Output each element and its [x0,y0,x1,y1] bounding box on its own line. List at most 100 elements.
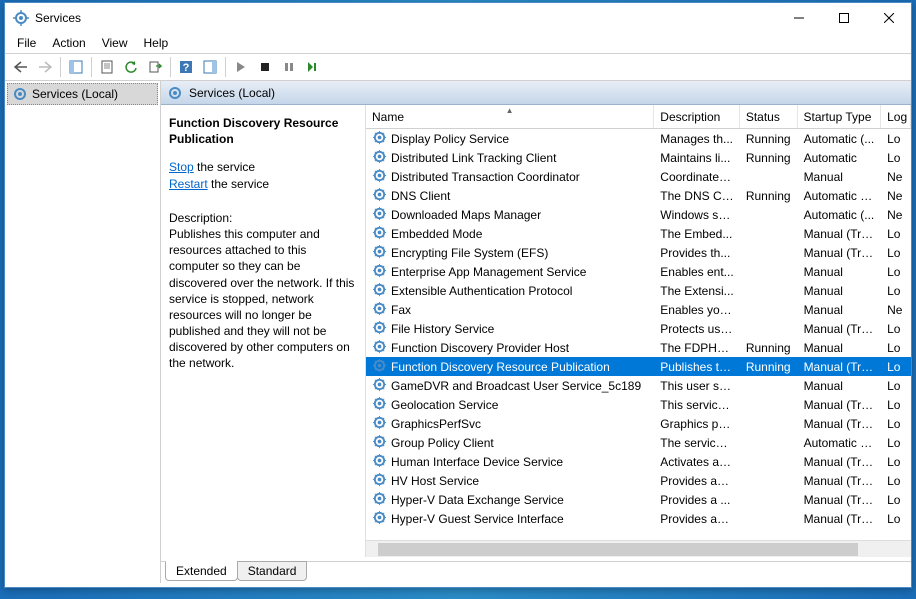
service-row[interactable]: FaxEnables you...ManualNe [366,300,911,319]
service-row[interactable]: GameDVR and Broadcast User Service_5c189… [366,376,911,395]
service-startup-cell: Manual [798,379,882,393]
tab-standard[interactable]: Standard [237,561,308,581]
right-pane-title: Services (Local) [189,86,275,100]
restart-link[interactable]: Restart [169,177,208,191]
service-name-cell: File History Service [391,322,494,336]
statusbar [5,583,911,587]
service-row[interactable]: Encrypting File System (EFS)Provides th.… [366,243,911,262]
service-desc-cell: Publishes th... [654,360,740,374]
start-service-button[interactable] [230,56,252,78]
service-desc-cell: Protects use... [654,322,740,336]
service-row[interactable]: Hyper-V Guest Service InterfaceProvides … [366,509,911,528]
maximize-button[interactable] [821,4,866,33]
menu-view[interactable]: View [94,34,136,52]
service-name-cell: Function Discovery Provider Host [391,341,569,355]
service-status-cell: Running [740,189,798,203]
column-header-status[interactable]: Status [740,105,798,128]
service-row[interactable]: Embedded ModeThe Embed...Manual (Trig...… [366,224,911,243]
properties-button[interactable] [96,56,118,78]
close-button[interactable] [866,4,911,33]
menu-action[interactable]: Action [44,34,93,52]
back-button[interactable] [10,56,32,78]
service-row[interactable]: Geolocation ServiceThis service ...Manua… [366,395,911,414]
scrollbar-thumb[interactable] [378,543,858,556]
service-row[interactable]: Enterprise App Management ServiceEnables… [366,262,911,281]
service-row[interactable]: Human Interface Device ServiceActivates … [366,452,911,471]
gear-icon [372,472,387,490]
detail-pane: Function Discovery Resource Publication … [161,105,366,557]
service-row[interactable]: Downloaded Maps ManagerWindows se...Auto… [366,205,911,224]
help-button[interactable]: ? [175,56,197,78]
service-startup-cell: Manual [798,341,882,355]
service-row[interactable]: Group Policy ClientThe service i...Autom… [366,433,911,452]
service-startup-cell: Manual (Trig... [798,322,882,336]
service-startup-cell: Automatic [798,151,882,165]
description-label: Description: [169,210,357,226]
service-name-cell: DNS Client [391,189,450,203]
show-hide-tree-button[interactable] [65,56,87,78]
service-startup-cell: Manual (Trig... [798,398,882,412]
service-row[interactable]: GraphicsPerfSvcGraphics pe...Manual (Tri… [366,414,911,433]
titlebar: Services [5,3,911,33]
refresh-button[interactable] [120,56,142,78]
gear-icon [372,510,387,528]
service-row[interactable]: Function Discovery Resource PublicationP… [366,357,911,376]
service-logon-cell: Lo [881,379,911,393]
gear-icon [372,358,387,376]
tab-extended[interactable]: Extended [165,561,238,581]
service-list[interactable]: Display Policy ServiceManages th...Runni… [366,129,911,540]
service-row[interactable]: Extensible Authentication ProtocolThe Ex… [366,281,911,300]
column-header-startup-type[interactable]: Startup Type [798,105,882,128]
window-controls [776,4,911,33]
service-row[interactable]: Distributed Transaction CoordinatorCoord… [366,167,911,186]
service-logon-cell: Ne [881,208,911,222]
restart-service-button[interactable] [302,56,324,78]
tree-item-services-local[interactable]: Services (Local) [7,83,158,105]
column-header-name[interactable]: Name ▲ [366,105,654,128]
service-desc-cell: Manages th... [654,132,740,146]
menu-help[interactable]: Help [136,34,177,52]
service-name-cell: Distributed Link Tracking Client [391,151,556,165]
gear-icon [372,149,387,167]
column-header-logon[interactable]: Log On As [881,105,911,128]
forward-button[interactable] [34,56,56,78]
service-row[interactable]: Hyper-V Data Exchange ServiceProvides a … [366,490,911,509]
gear-icon [372,168,387,186]
service-startup-cell: Automatic (... [798,208,882,222]
service-startup-cell: Manual (Trig... [798,474,882,488]
column-header-description[interactable]: Description [654,105,740,128]
service-row[interactable]: HV Host ServiceProvides an ...Manual (Tr… [366,471,911,490]
service-row[interactable]: Display Policy ServiceManages th...Runni… [366,129,911,148]
right-pane: Services (Local) Function Discovery Reso… [161,81,911,583]
gear-icon [372,263,387,281]
gear-icon [372,282,387,300]
service-logon-cell: Lo [881,512,911,526]
gear-icon [372,244,387,262]
tree-item-label: Services (Local) [32,87,118,101]
menu-file[interactable]: File [9,34,44,52]
gear-icon [372,225,387,243]
service-row[interactable]: File History Service Protects use... Manua… [366,319,911,338]
action-pane-button[interactable] [199,56,221,78]
gear-icon [372,187,387,205]
service-startup-cell: Manual [798,265,882,279]
service-row[interactable]: DNS ClientThe DNS Cli...RunningAutomatic… [366,186,911,205]
stop-link[interactable]: Stop [169,160,194,174]
stop-service-button[interactable] [254,56,276,78]
service-logon-cell: Lo [881,132,911,146]
service-startup-cell: Manual [798,303,882,317]
service-startup-cell: Manual (Trig... [798,227,882,241]
service-startup-cell: Manual (Trig... [798,360,882,374]
service-status-cell: Running [740,341,798,355]
selected-service-name: Function Discovery Resource Publication [169,115,357,147]
gear-icon [372,377,387,395]
gear-icon [372,206,387,224]
export-button[interactable] [144,56,166,78]
pause-service-button[interactable] [278,56,300,78]
service-row[interactable]: Distributed Link Tracking ClientMaintain… [366,148,911,167]
minimize-button[interactable] [776,4,821,33]
service-row[interactable]: Function Discovery Provider HostThe FDPH… [366,338,911,357]
services-window: Services File Action View Help ? [4,2,912,588]
service-logon-cell: Lo [881,493,911,507]
horizontal-scrollbar[interactable] [366,540,911,557]
